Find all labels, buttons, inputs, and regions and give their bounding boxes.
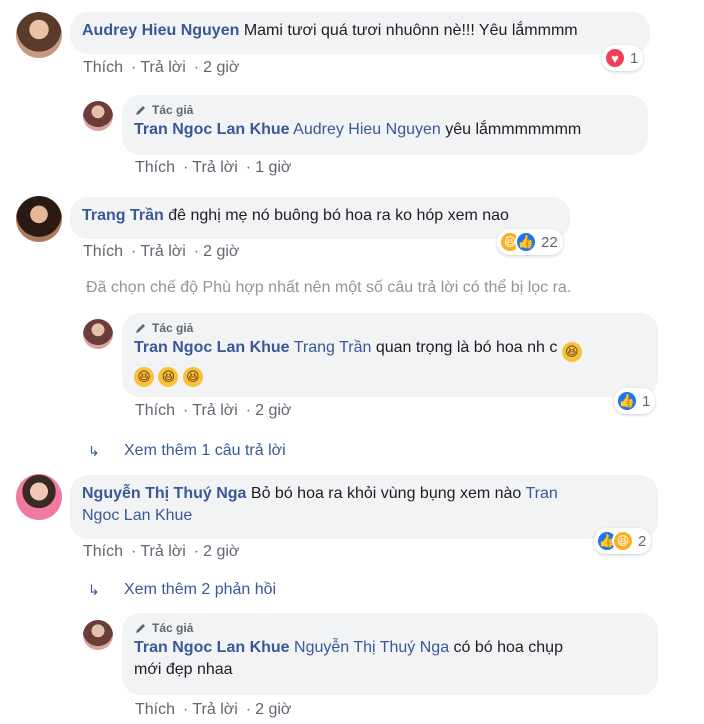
mention-link[interactable]: Trang Trần [294, 339, 372, 356]
commenter-name[interactable]: Tran Ngoc Lan Khue [134, 121, 290, 138]
avatar[interactable] [16, 474, 62, 520]
like-icon: 👍 [616, 390, 638, 412]
comment-actions: Thích · Trả lời · 2 giờ [83, 543, 240, 560]
commenter-name[interactable]: Trang Trần [82, 207, 164, 224]
comment-bubble: Tác giả Tran Ngoc Lan Khue Audrey Hieu N… [122, 95, 648, 155]
heart-icon: ♥ [604, 47, 626, 69]
rofl-emoji-icon: 😆 [182, 367, 203, 387]
filtered-notice: Đã chọn chế độ Phù hợp nhất nên một số c… [86, 279, 572, 296]
comment-text: đê nghị mẹ nó buông bó hoa ra ko hóp xem… [168, 207, 509, 224]
comment-text: yêu lắmmmmmmm [445, 121, 582, 138]
like-link[interactable]: Thích [83, 543, 123, 560]
comment-actions: Thích · Trả lời · 2 giờ [135, 701, 292, 718]
avatar[interactable] [16, 12, 62, 58]
commenter-name[interactable]: Tran Ngoc Lan Khue [134, 639, 290, 656]
rofl-emoji-icon: 😆 [158, 367, 179, 387]
like-link[interactable]: Thích [135, 159, 175, 176]
timestamp[interactable]: 2 giờ [203, 59, 239, 76]
avatar[interactable] [83, 319, 113, 349]
reaction-count: 1 [642, 392, 651, 410]
like-link[interactable]: Thích [135, 701, 175, 718]
reply-link[interactable]: Trả lời [140, 543, 185, 560]
commenter-name[interactable]: Nguyễn Thị Thuý Nga [82, 485, 246, 502]
avatar[interactable] [83, 101, 113, 131]
comment-actions: Thích · Trả lời · 2 giờ [135, 402, 292, 419]
mention-link[interactable]: Audrey Hieu Nguyen [293, 121, 441, 138]
mention-link[interactable]: Nguyễn Thị Thuý Nga [294, 639, 449, 656]
reply-link[interactable]: Trả lời [140, 59, 185, 76]
reply-arrow-icon: ↳ [88, 582, 100, 598]
reaction-count: 2 [638, 532, 647, 550]
like-link[interactable]: Thích [83, 243, 123, 260]
comment-bubble: Trang Trần đê nghị mẹ nó buông bó hoa ra… [70, 197, 570, 239]
comment-text: Bỏ bó hoa ra khỏi vùng bụng xem nào [250, 485, 522, 502]
reaction-count: 22 [541, 233, 558, 251]
more-replies-link[interactable]: ↳ Xem thêm 2 phản hồi [88, 580, 276, 600]
comment-actions: Thích · Trả lời · 2 giờ [83, 59, 240, 76]
reply-link[interactable]: Trả lời [192, 402, 237, 419]
timestamp[interactable]: 1 giờ [255, 159, 291, 176]
like-icon: 👍 [515, 231, 537, 253]
reply-link[interactable]: Trả lời [140, 243, 185, 260]
reply-link[interactable]: Trả lời [192, 701, 237, 718]
comment-bubble: Tác giả Tran Ngoc Lan Khue Trang Trần qu… [122, 313, 658, 397]
comment-actions: Thích · Trả lời · 2 giờ [83, 243, 240, 260]
comment-bubble: Nguyễn Thị Thuý Nga Bỏ bó hoa ra khỏi vù… [70, 475, 658, 539]
haha-icon: 😆 [612, 530, 634, 552]
commenter-name[interactable]: Audrey Hieu Nguyen [82, 22, 239, 39]
comment-bubble: Tác giả Tran Ngoc Lan Khue Nguyễn Thị Th… [122, 613, 658, 695]
reaction-summary[interactable]: 👍 1 [614, 388, 656, 414]
reaction-count: 1 [630, 49, 639, 67]
comment-actions: Thích · Trả lời · 1 giờ [135, 159, 292, 176]
rofl-emoji-icon: 😆 [134, 367, 154, 387]
mention-link[interactable]: Tran [525, 485, 557, 502]
commenter-name[interactable]: Tran Ngoc Lan Khue [134, 339, 290, 356]
rofl-emoji-icon: 😆 [561, 342, 582, 362]
comment-text: có bó hoa chụp [453, 639, 563, 656]
reaction-summary[interactable]: ♥ 1 [602, 45, 644, 71]
reaction-summary[interactable]: 😆 👍 22 [497, 229, 563, 255]
pen-icon [136, 106, 145, 115]
pen-icon [136, 324, 145, 333]
pen-icon [136, 624, 145, 633]
comment-bubble: Audrey Hieu Nguyen Mami tươi quá tươi nh… [70, 12, 650, 54]
comment-text: mới đẹp nhaa [134, 661, 233, 678]
like-link[interactable]: Thích [83, 59, 123, 76]
like-link[interactable]: Thích [135, 402, 175, 419]
reaction-summary[interactable]: 👍 😆 2 [594, 528, 652, 554]
timestamp[interactable]: 2 giờ [255, 402, 291, 419]
reply-link[interactable]: Trả lời [192, 159, 237, 176]
timestamp[interactable]: 2 giờ [203, 243, 239, 260]
more-replies-link[interactable]: ↳ Xem thêm 1 câu trả lời [88, 441, 286, 461]
timestamp[interactable]: 2 giờ [203, 543, 239, 560]
comment-text: Mami tươi quá tươi nhuônn nè!!! Yêu lắmm… [243, 22, 578, 39]
author-badge: Tác giả [134, 103, 636, 117]
mention-link[interactable]: Ngoc Lan Khue [82, 507, 192, 524]
timestamp[interactable]: 2 giờ [255, 701, 291, 718]
author-badge: Tác giả [134, 621, 646, 635]
avatar[interactable] [16, 196, 62, 242]
reply-arrow-icon: ↳ [88, 443, 100, 459]
comment-text: quan trọng là bó hoa nh c [375, 339, 558, 356]
author-badge: Tác giả [134, 321, 646, 335]
avatar[interactable] [83, 620, 113, 650]
